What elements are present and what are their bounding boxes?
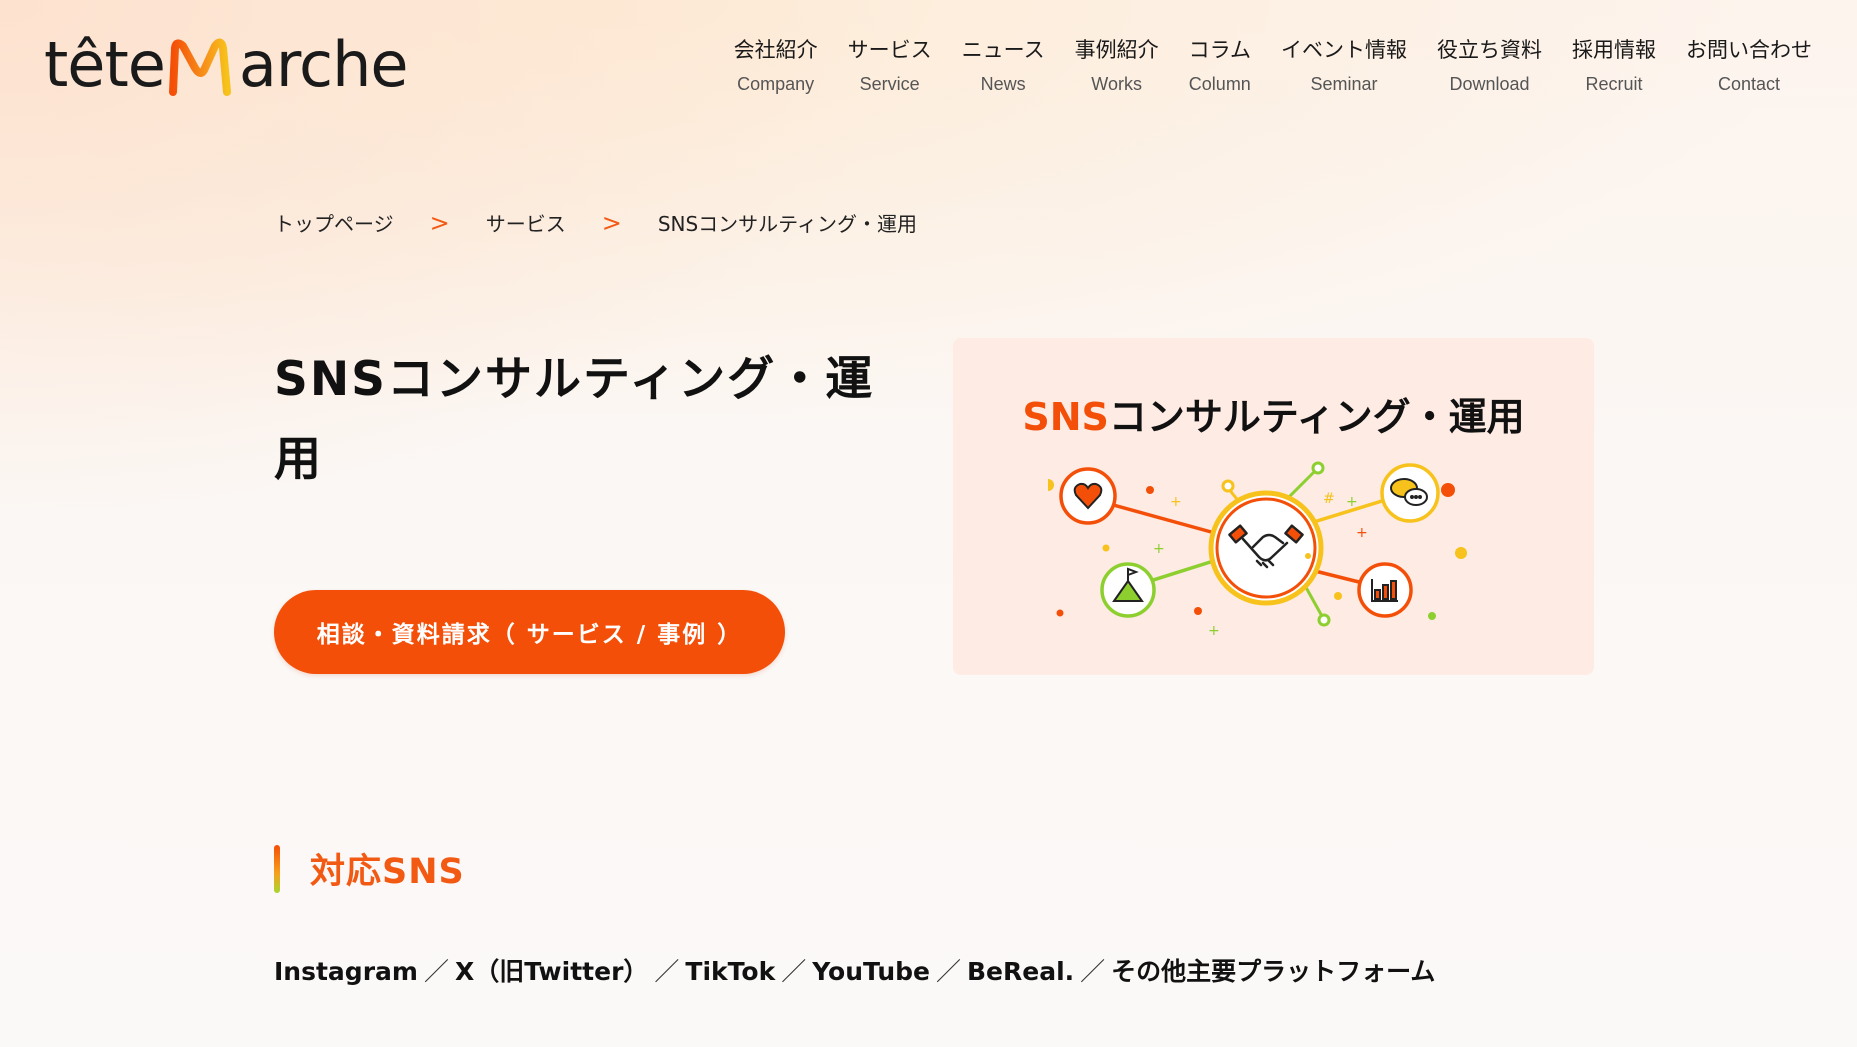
- breadcrumb-service[interactable]: サービス: [486, 208, 566, 237]
- svg-text:#: #: [1323, 491, 1335, 507]
- svg-text:+: +: [1346, 494, 1358, 510]
- nav-label-en: Recruit: [1585, 74, 1643, 94]
- platform-others: その他主要プラットフォーム: [1111, 957, 1436, 986]
- nav-label-ja: ニュース: [961, 38, 1045, 62]
- breadcrumb-current: SNSコンサルティング・運用: [657, 212, 917, 236]
- section-accent-bar: [274, 844, 280, 893]
- breadcrumb-separator: >: [429, 208, 450, 237]
- hero-image-card: SNSコンサルティング・運用 + + + # + +: [953, 338, 1594, 675]
- nav-item-contact[interactable]: お問い合わせ Contact: [1671, 34, 1827, 95]
- nav-item-company[interactable]: 会社紹介 Company: [719, 34, 833, 95]
- nav-item-seminar[interactable]: イベント情報 Seminar: [1266, 34, 1422, 95]
- sns-platform-list: Instagram ／ X（旧Twitter）／ TikTok ／ YouTube ／ BeR…: [274, 952, 1435, 988]
- logo-text-left: tête: [44, 28, 166, 101]
- breadcrumb: トップページ > サービス > SNSコンサルティング・運用: [274, 208, 917, 237]
- nav-label-en: Contact: [1717, 74, 1781, 94]
- section-title: 対応SNS: [310, 852, 465, 892]
- svg-text:+: +: [1170, 494, 1182, 510]
- nav-label-ja: 採用情報: [1572, 38, 1656, 62]
- nav-label-en: Seminar: [1310, 74, 1378, 94]
- platform-x: X（旧Twitter）: [454, 957, 649, 986]
- nav-label-ja: 会社紹介: [733, 38, 818, 62]
- nav-item-column[interactable]: コラム Column: [1174, 34, 1266, 95]
- svg-text:+: +: [1153, 541, 1165, 557]
- nav-label-ja: サービス: [847, 38, 932, 62]
- platform-youtube: YouTube: [812, 957, 930, 986]
- platform-bereal: BeReal.: [967, 957, 1075, 986]
- platform-separator: ／: [781, 957, 807, 986]
- nav-label-en: Company: [737, 74, 815, 94]
- nav-label-en: Works: [1091, 74, 1142, 94]
- breadcrumb-separator: >: [601, 208, 622, 237]
- nav-item-service[interactable]: サービス Service: [833, 34, 947, 95]
- platform-separator: ／: [935, 957, 961, 986]
- nav-label-en: Service: [859, 74, 920, 94]
- nav-item-news[interactable]: ニュース News: [947, 34, 1060, 95]
- svg-text:+: +: [1208, 623, 1220, 639]
- nav-label-ja: 事例紹介: [1074, 38, 1159, 62]
- platform-separator: ／: [654, 957, 680, 986]
- logo-text-right: arche: [238, 28, 409, 101]
- platform-separator: ／: [423, 957, 449, 986]
- page-title: SNSコンサルティング・運用: [274, 352, 875, 487]
- platform-separator: ／: [1080, 957, 1106, 986]
- nav-label-ja: コラム: [1188, 38, 1251, 62]
- card-title-accent: SNS: [1022, 395, 1109, 439]
- nav-item-recruit[interactable]: 採用情報 Recruit: [1557, 34, 1671, 95]
- nav-item-download[interactable]: 役立ち資料 Download: [1422, 34, 1557, 95]
- nav-label-ja: イベント情報: [1281, 38, 1407, 62]
- brand-logo[interactable]: tête arche: [44, 28, 409, 101]
- svg-text:+: +: [1356, 525, 1368, 541]
- breadcrumb-home[interactable]: トップページ: [274, 208, 394, 237]
- nav-label-ja: 役立ち資料: [1437, 38, 1542, 62]
- nav-label-ja: お問い合わせ: [1686, 38, 1812, 62]
- consult-request-button[interactable]: 相談・資料請求（ サービス / 事例 ）: [274, 590, 785, 674]
- sns-network-illustration: + + + # + +: [1048, 461, 1467, 639]
- platform-instagram: Instagram: [274, 957, 418, 986]
- main-nav: 会社紹介 Company サービス Service ニュース News 事例紹介…: [719, 34, 1827, 95]
- card-title: SNSコンサルティング・運用: [953, 386, 1594, 441]
- platform-tiktok: TikTok: [685, 957, 776, 986]
- card-title-rest: コンサルティング・運用: [1108, 395, 1525, 439]
- nav-label-en: News: [980, 74, 1026, 94]
- nav-label-en: Download: [1449, 74, 1530, 94]
- logo-m-icon: [168, 38, 231, 96]
- nav-item-works[interactable]: 事例紹介 Works: [1060, 34, 1174, 95]
- nav-label-en: Column: [1188, 74, 1251, 94]
- section-heading: 対応SNS: [274, 843, 465, 894]
